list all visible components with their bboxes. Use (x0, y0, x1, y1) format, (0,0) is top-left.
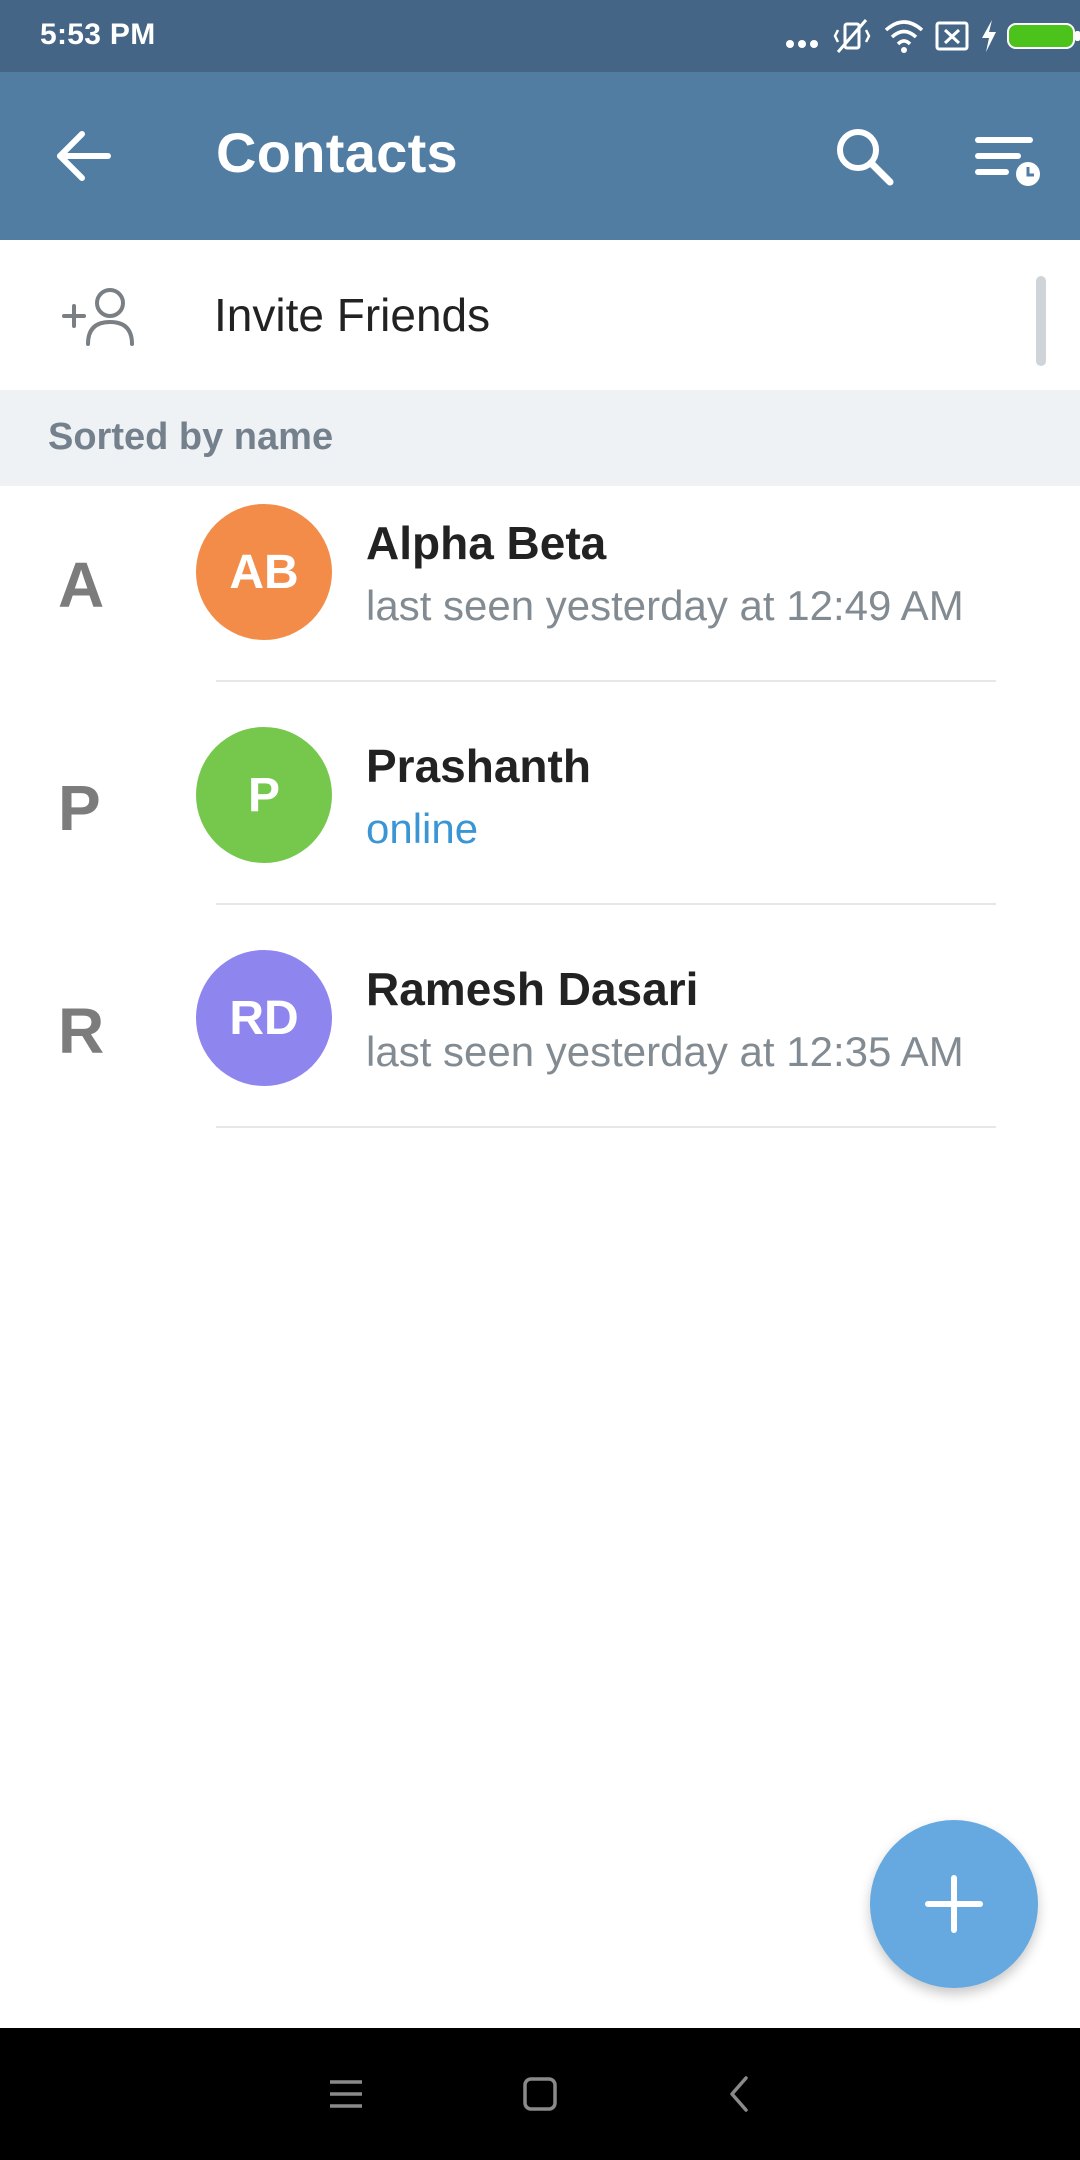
menu-icon (330, 2080, 362, 2108)
avatar: AB (196, 504, 332, 640)
scrollbar-thumb[interactable] (1036, 276, 1046, 366)
home-square-icon (523, 2077, 557, 2111)
app-bar: Contacts (0, 72, 1080, 240)
contact-row-ramesh-dasari[interactable]: R RD Ramesh Dasari last seen yesterday a… (0, 932, 1080, 1155)
system-back-button[interactable] (704, 2058, 776, 2130)
avatar-initials: RD (229, 991, 299, 1045)
contact-name: Prashanth (366, 740, 591, 792)
contact-row-prashanth[interactable]: P P Prashanth online (0, 709, 1080, 932)
no-sim-icon (935, 21, 969, 51)
divider (216, 903, 996, 905)
index-letter: R (58, 995, 105, 1067)
contact-status: last seen yesterday at 12:35 AM (366, 1028, 964, 1075)
page-title: Contacts (216, 121, 458, 184)
index-letter: P (58, 772, 101, 844)
section-header: Sorted by name (0, 390, 1080, 486)
invite-friends-label: Invite Friends (214, 289, 491, 341)
add-person-icon (62, 288, 134, 346)
avatar-initials: P (247, 768, 280, 822)
divider (216, 680, 996, 682)
invite-friends-row[interactable]: Invite Friends (0, 240, 1080, 390)
arrow-back-icon (57, 131, 111, 181)
avatar: RD (196, 950, 332, 1086)
contact-status: online (366, 805, 479, 852)
more-dots-icon (786, 40, 818, 48)
back-button[interactable] (36, 108, 132, 204)
index-letter: A (58, 549, 105, 621)
search-icon (837, 129, 894, 186)
contact-status: last seen yesterday at 12:49 AM (366, 582, 964, 629)
back-chevron-icon (730, 2076, 748, 2112)
plus-icon (925, 1875, 983, 1933)
divider (216, 1126, 996, 1128)
sort-button[interactable] (960, 108, 1056, 204)
vibrate-off-icon (833, 19, 871, 53)
sort-by-last-seen-icon (975, 137, 1040, 186)
contact-name: Alpha Beta (366, 517, 607, 569)
contact-row-alpha-beta[interactable]: A AB Alpha Beta last seen yesterday at 1… (0, 486, 1080, 709)
menu-button[interactable] (310, 2058, 382, 2130)
status-time: 5:53 PM (40, 18, 156, 51)
system-nav-bar (0, 2028, 1080, 2160)
avatar: P (196, 727, 332, 863)
home-button[interactable] (504, 2058, 576, 2130)
new-contact-button[interactable] (870, 1820, 1038, 1988)
charging-bolt-icon (982, 20, 996, 52)
wifi-icon (884, 20, 924, 53)
status-bar: 5:53 PM (0, 0, 1080, 72)
sort-label: Sorted by name (48, 416, 334, 458)
contact-name: Ramesh Dasari (366, 963, 699, 1015)
search-button[interactable] (816, 108, 912, 204)
avatar-initials: AB (229, 545, 299, 599)
battery-icon (1007, 23, 1080, 49)
